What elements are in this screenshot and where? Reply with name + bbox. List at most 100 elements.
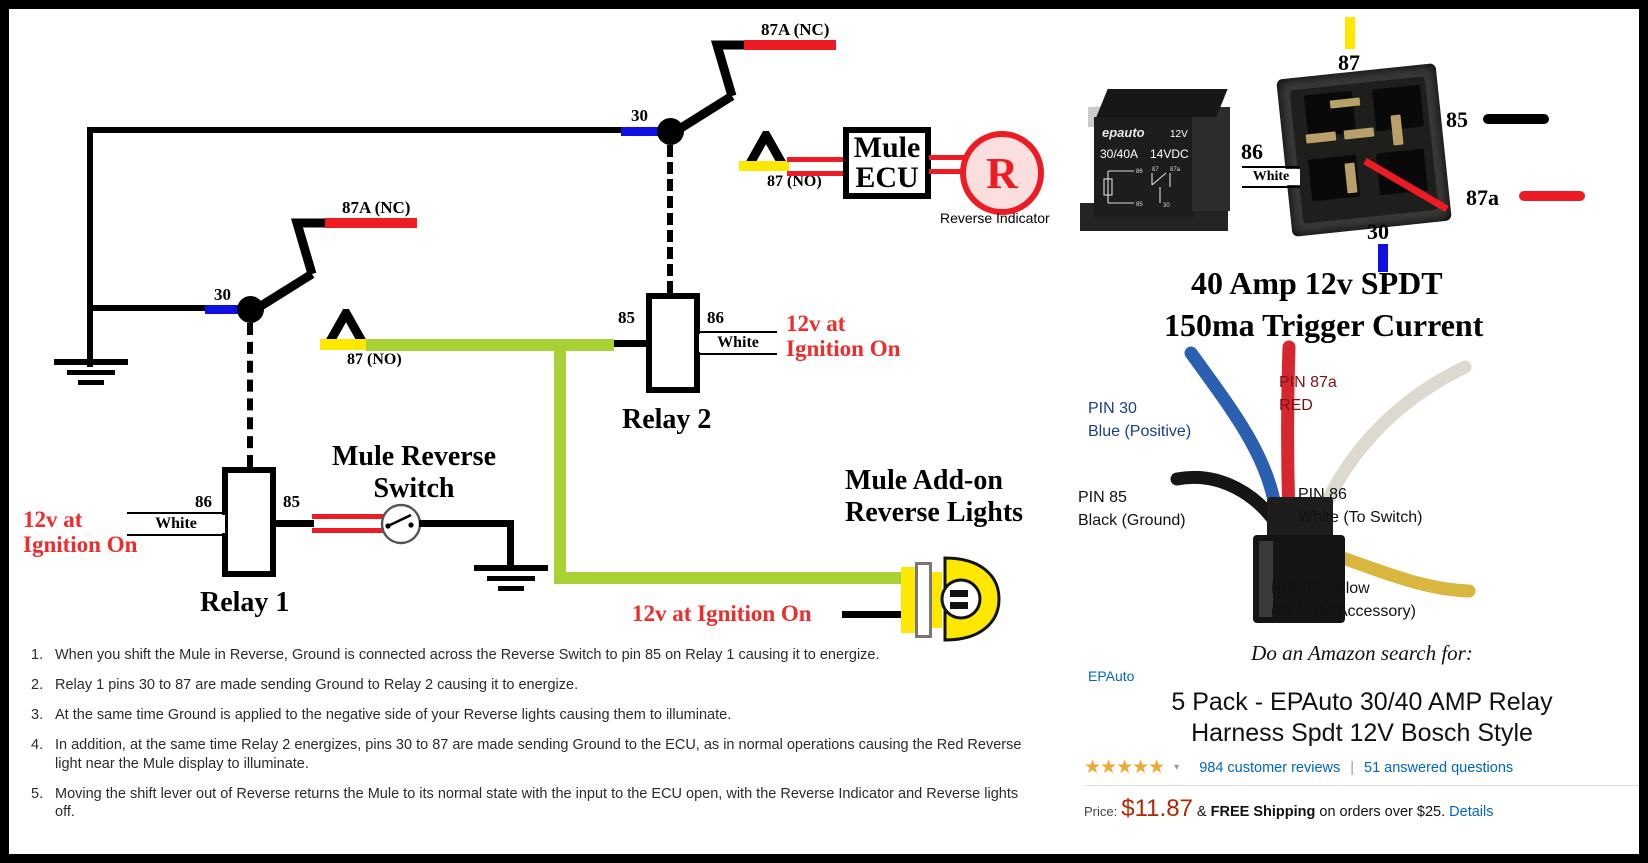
spec-pin87a-red-marker [1519,191,1585,201]
epauto-relay-photo: epauto 30/40A 14VDC 12V 86 85 87 87a 30 [1072,81,1234,236]
reverse-lights-title: Mule Add-on Reverse Lights [845,465,1023,529]
harness-pin85-callout: PIN 85 Black (Ground) [1078,486,1186,532]
instruction-number: 1. [31,647,44,663]
customer-reviews-link[interactable]: 984 customer reviews [1199,760,1340,776]
spec-pin86-label: 86 [1241,139,1263,164]
amazon-listing: Do an Amazon search for: EPAuto 5 Pack -… [1084,641,1639,823]
spec-pin85-label: 85 [1446,107,1468,132]
green-wire-horizontal-top [366,339,566,351]
instruction-text: In addition, at the same time Relay 2 en… [55,737,1022,772]
relay2-pin87-label: 87 (NO) [767,173,822,190]
svg-text:85: 85 [1136,202,1143,208]
switch-to-ground-horizontal [419,520,514,527]
relay1-pin87-label: 87 (NO) [347,351,402,368]
harness-pin87-line2: (To Light/Accessory) [1271,603,1416,621]
relay2-armature [670,40,747,137]
harness-pin86-callout: PIN 86 White (To Switch) [1298,483,1422,529]
amazon-review-row: ★★★★★ ▾ 984 customer reviews | 51 answer… [1084,756,1639,786]
chassis-ground-switch [474,565,548,591]
reverse-switch-symbol[interactable] [380,503,422,545]
relay2-coil-dashed-link [667,145,673,293]
harness-pin87a-line2: RED [1279,397,1313,415]
harness-pin85-line2: Black (Ground) [1078,512,1186,530]
instruction-text: Relay 1 pins 30 to 87 are made sending G… [55,677,579,694]
lamp-reflector [940,556,1001,642]
mule-reverse-switch-title-line1: Mule Reverse [331,441,497,472]
amazon-product-title-line1: 5 Pack - EPAuto 30/40 AMP Relay [1171,688,1553,716]
relay-photo-top-face [1096,89,1228,117]
harness-pin86-line2: White (To Switch) [1298,509,1423,527]
relay-photo-12v-label: 12V [1170,129,1188,140]
shipping-details-link[interactable]: Details [1449,804,1493,820]
relay1-pin85-stub [274,520,314,527]
relay1-pin86-label: 86 [195,492,212,511]
ecu-input-red-wire [787,157,845,176]
green-wire-vertical [554,339,566,582]
shipping-ampersand: & [1196,804,1207,820]
relay2-pin30-label: 30 [631,106,648,125]
relay-photo-schematic-glyph: 86 85 87 87a 30 [1103,167,1181,209]
relay1-12v-note-line2: Ignition On [23,531,138,557]
rating-stars[interactable]: ★★★★★ [1084,756,1165,779]
harness-pin85-line1: PIN 85 [1078,489,1127,506]
relay2-title: Relay 2 [622,404,712,435]
ecu-line1: Mule [853,131,921,164]
relay1-30-horizontal [87,305,217,311]
instruction-item: 4. In addition, at the same time Relay 2… [31,736,1041,772]
relay2-pin86-label: 86 [707,308,724,327]
relay2-pin87-yellow-wire [739,161,789,171]
svg-text:87a: 87a [1170,167,1181,173]
harness-pin30-callout: PIN 30 Blue (Positive) [1088,397,1191,443]
instruction-number: 4. [31,737,44,754]
instruction-text: At the same time Ground is applied to th… [55,707,732,724]
relay2-12v-note-line2: Ignition On [786,335,901,361]
harness-pin86-line1: PIN 86 [1298,486,1347,503]
relay1-pin86-white-label: White [127,515,225,533]
answered-questions-link[interactable]: 51 answered questions [1364,760,1513,776]
relay2-pin86-white-wire: White [699,331,777,355]
relay2-pin87a-red-contact [744,40,836,50]
instruction-number: 2. [31,677,44,694]
reverse-lights-title-line1: Mule Add-on [845,465,1003,496]
svg-text:86: 86 [1136,169,1143,175]
svg-text:87: 87 [1152,167,1159,173]
relay1-coil-dashed-link [247,323,253,467]
harness-pin87a-line1: PIN 87a [1279,374,1337,391]
harness-pin30-line1: PIN 30 [1088,400,1137,417]
relay1-box [222,467,276,577]
amazon-product-title[interactable]: 5 Pack - EPAuto 30/40 AMP Relay Harness … [1084,687,1639,748]
review-separator: | [1350,759,1355,776]
instruction-item: 5. Moving the shift lever out of Reverse… [31,785,1041,821]
relay1-pin87a-label: 87A (NC) [342,198,411,217]
amazon-brand-link[interactable]: EPAuto [1088,668,1639,684]
green-wire-horizontal-bottom [554,572,904,584]
reverse-lamp-icon [895,554,1005,644]
spec-pin87a-label: 87a [1466,185,1499,210]
reverse-indicator-caption: Reverse Indicator [940,210,1050,226]
reverse-indicator-lamp: R [960,131,1044,215]
instruction-item: 1. When you shift the Mule in Reverse, G… [31,646,1041,664]
wiring-diagram-page: 30 87A (NC) 87 (NO) Mule ECU R Reverse I… [0,0,1648,863]
instruction-item: 3. At the same time Ground is applied to… [31,706,1041,724]
relay1-12v-note: 12v at Ignition On [23,507,138,558]
ecu-line2: ECU [855,161,919,194]
relay-photo-side-face [1192,107,1230,211]
instruction-text: When you shift the Mule in Reverse, Grou… [55,647,880,663]
instruction-number: 3. [31,707,44,724]
instruction-number: 5. [31,785,44,802]
relay-spec-title-line1: 40 Amp 12v SPDT [1191,265,1443,301]
instruction-text: Moving the shift lever out of Reverse re… [55,785,1019,820]
reverse-lights-title-line2: Reverse Lights [845,497,1024,529]
relay1-pin87-yellow-wire [320,339,368,350]
relay2-pin85-label: 85 [618,308,635,327]
spec-pin87-yellow-marker [1345,17,1355,49]
spec-pin86-white-wire: White [1242,166,1300,188]
mule-reverse-switch-title: Mule Reverse Switch [321,441,507,505]
reverse-lights-12v-note: 12v at Ignition On [632,601,812,626]
spec-pin85-black-marker [1483,114,1549,124]
switch-to-ground-vertical [507,520,514,568]
relay2-box [646,293,700,393]
amazon-search-prompt: Do an Amazon search for: [1251,641,1473,665]
chassis-ground-main [54,359,128,385]
chevron-down-icon[interactable]: ▾ [1174,762,1179,773]
